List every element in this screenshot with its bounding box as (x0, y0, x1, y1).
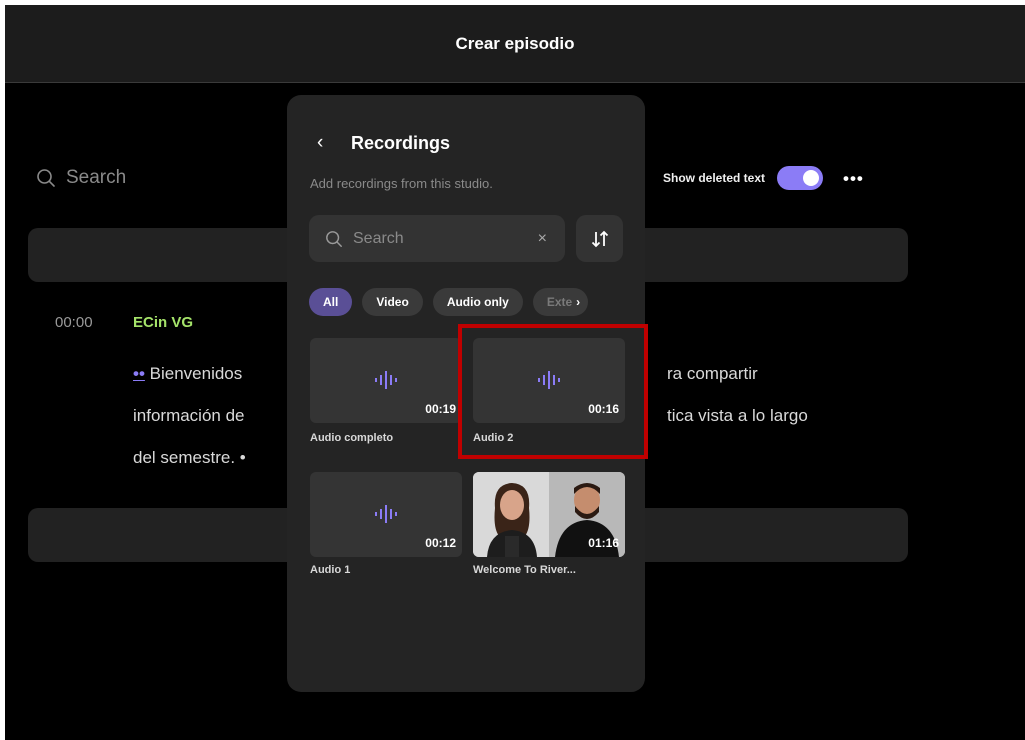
recording-name[interactable]: Audio completo (310, 432, 393, 444)
search-placeholder: Search (353, 229, 404, 247)
person-woman-image (487, 483, 537, 557)
filter-chip-audio-only[interactable]: Audio only (432, 288, 523, 316)
filter-chip-external[interactable]: Exte › (532, 288, 589, 316)
page-title: Crear episodio (455, 34, 575, 53)
search-icon (37, 169, 55, 187)
filter-chips: All Video Audio only Exte › (309, 288, 589, 316)
editor-search[interactable]: Search (36, 167, 126, 189)
recording-name[interactable]: Welcome To River... (473, 564, 576, 576)
highlight-box (458, 324, 648, 459)
show-deleted-toggle[interactable] (777, 166, 824, 190)
recording-duration: 00:12 (425, 536, 456, 550)
chevron-right-icon[interactable]: › (576, 295, 580, 309)
sort-arrows-icon (591, 230, 608, 247)
panel-title: Recordings (351, 133, 451, 153)
clear-search-icon[interactable]: × (538, 230, 547, 248)
transcript-text: Bienvenidos (149, 364, 243, 383)
transcript-line-2-right[interactable]: tica vista a lo largo (667, 406, 808, 426)
video-thumbnail[interactable]: 01:16 (473, 472, 625, 557)
more-options-icon[interactable]: ••• (843, 170, 864, 187)
filter-chip-video[interactable]: Video (362, 288, 423, 316)
top-bar: Crear episodio (5, 5, 1025, 83)
transcript-line-1-left[interactable]: •• Bienvenidos (133, 364, 242, 384)
recording-duration: 00:19 (425, 402, 456, 416)
transcript-line-1-right[interactable]: ra compartir (667, 364, 758, 384)
toggle-knob (803, 170, 820, 186)
recording-thumbnail[interactable]: 00:19 (310, 338, 462, 423)
transcript-timestamp[interactable]: 00:00 (55, 314, 93, 331)
transcript-line-2-left[interactable]: información de (133, 406, 245, 426)
editor-toolbar: Show deleted text ••• (663, 166, 864, 190)
show-deleted-label: Show deleted text (663, 171, 766, 185)
editor-search-placeholder: Search (66, 167, 127, 188)
transcript-line-3[interactable]: del semestre. • (133, 448, 246, 468)
recording-thumbnail[interactable]: 00:12 (310, 472, 462, 557)
search-icon (326, 230, 342, 247)
back-chevron-icon[interactable]: ‹ (317, 132, 323, 154)
recording-name[interactable]: Audio 1 (310, 564, 350, 576)
audio-waveform-icon (375, 371, 397, 389)
filter-chip-label: Exte (546, 295, 573, 309)
panel-subtitle: Add recordings from this studio. (310, 176, 493, 191)
app-window: Crear episodio Search Show deleted text … (5, 5, 1025, 740)
pause-marker[interactable]: •• (133, 364, 145, 383)
speaker-name[interactable]: ECin VG (133, 314, 193, 331)
filter-chip-all[interactable]: All (309, 288, 353, 316)
audio-waveform-icon (375, 505, 397, 523)
recordings-search-input[interactable]: Search × (309, 215, 565, 262)
sort-button[interactable] (576, 215, 623, 262)
recording-duration: 01:16 (588, 536, 619, 550)
